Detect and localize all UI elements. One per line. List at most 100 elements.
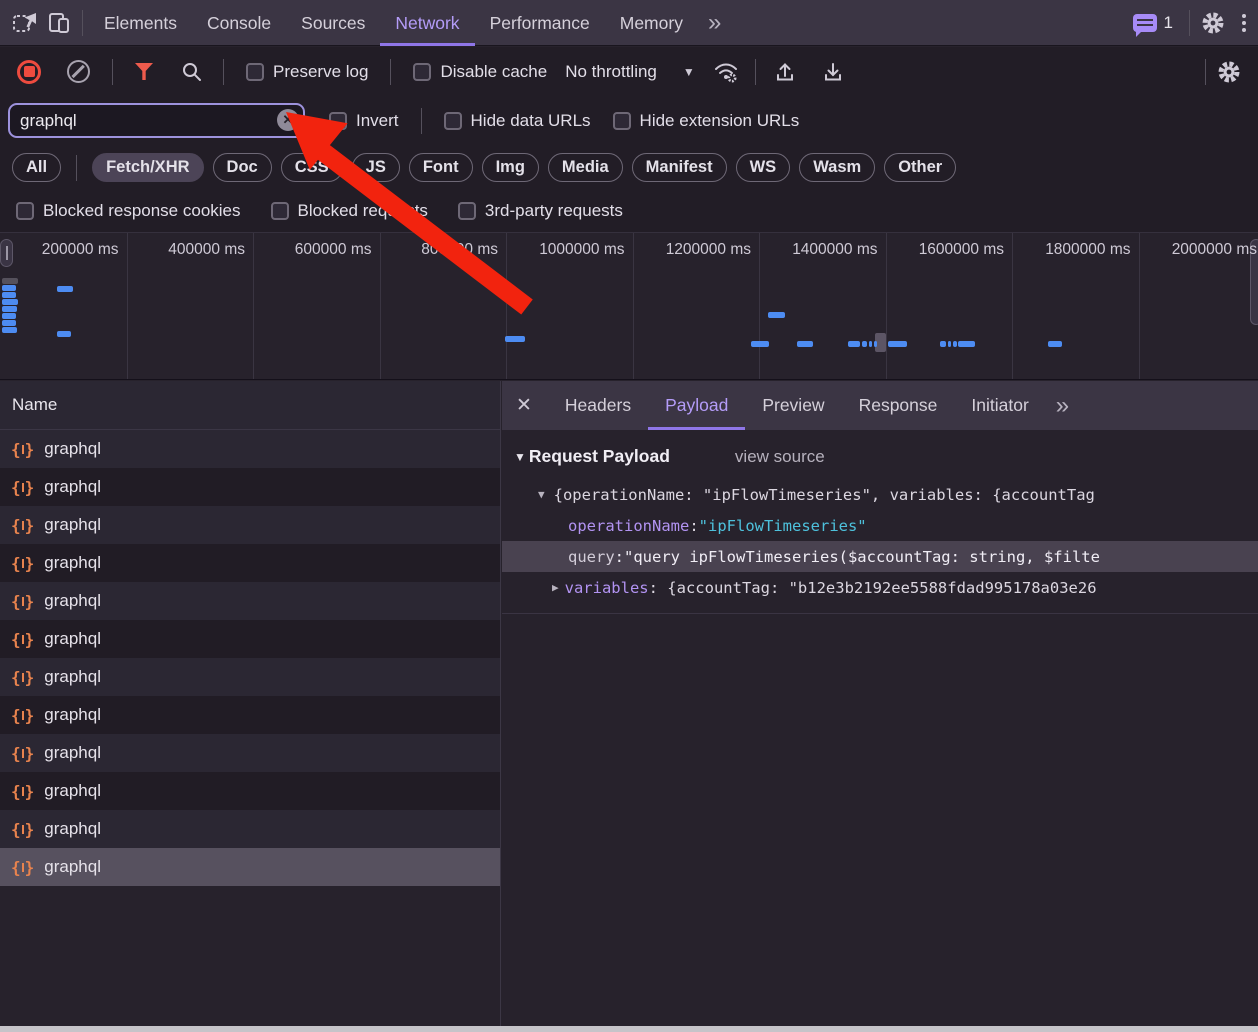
device-toolbar-icon[interactable] — [42, 6, 76, 40]
close-detail-icon[interactable]: ✕ — [502, 394, 548, 417]
tab-sources[interactable]: Sources — [286, 0, 380, 46]
filter-funnel-icon[interactable] — [127, 55, 161, 89]
timeline-gridline — [380, 233, 381, 379]
disable-cache-checkbox[interactable]: Disable cache — [413, 62, 547, 82]
request-name: graphql — [44, 743, 101, 763]
waterfall-bar — [751, 341, 769, 347]
expanded-triangle-icon[interactable]: ▼ — [538, 488, 545, 501]
network-overview-timeline[interactable]: 200000 ms400000 ms600000 ms800000 ms1000… — [0, 232, 1258, 380]
clear-network-log-icon[interactable] — [67, 60, 90, 83]
chip-css[interactable]: CSS — [281, 153, 343, 182]
request-row[interactable]: {}graphql — [0, 620, 500, 658]
search-icon[interactable] — [175, 55, 209, 89]
customize-menu-icon[interactable] — [1230, 14, 1258, 32]
request-row[interactable]: {}graphql — [0, 848, 500, 886]
checkbox-icon[interactable] — [458, 202, 476, 220]
detail-tab-headers[interactable]: Headers — [548, 381, 648, 430]
collapsed-triangle-icon[interactable]: ▶ — [552, 581, 559, 594]
record-network-log-icon[interactable] — [17, 60, 41, 84]
brace-close: } — [25, 668, 35, 687]
chip-other[interactable]: Other — [884, 153, 956, 182]
blocked-response-cookies-checkbox[interactable]: Blocked response cookies — [16, 201, 241, 221]
brace-close: } — [25, 744, 35, 763]
detail-tab-preview[interactable]: Preview — [745, 381, 841, 430]
chip-font[interactable]: Font — [409, 153, 473, 182]
filter-input[interactable] — [8, 103, 305, 138]
tab-memory[interactable]: Memory — [605, 0, 698, 46]
waterfall-bar — [1048, 341, 1062, 347]
divider — [421, 108, 422, 134]
request-row[interactable]: {}graphql — [0, 772, 500, 810]
chip-doc[interactable]: Doc — [213, 153, 272, 182]
brace-tick — [22, 825, 24, 834]
payload-query-line-selected[interactable]: query: "query ipFlowTimeseries($accountT… — [502, 541, 1258, 572]
export-har-icon[interactable] — [816, 55, 850, 89]
brace-tick — [22, 787, 24, 796]
request-row[interactable]: {} graphql — [0, 734, 500, 772]
chip-manifest[interactable]: Manifest — [632, 153, 727, 182]
inspect-element-icon[interactable] — [8, 6, 42, 40]
tab-performance[interactable]: Performance — [475, 0, 605, 46]
request-name: graphql — [44, 857, 101, 877]
detail-tab-response[interactable]: Response — [842, 381, 955, 430]
tab-elements[interactable]: Elements — [89, 0, 192, 46]
tab-console[interactable]: Console — [192, 0, 286, 46]
checkbox-icon[interactable] — [16, 202, 34, 220]
chip-img[interactable]: Img — [482, 153, 539, 182]
disable-cache-label: Disable cache — [440, 62, 547, 82]
chip-fetch-xhr[interactable]: Fetch/XHR — [92, 153, 203, 182]
payload-variables-line[interactable]: ▶ variables: {accountTag: "b12e3b2192ee5… — [502, 572, 1258, 603]
request-row[interactable]: {}graphql — [0, 696, 500, 734]
chip-all[interactable]: All — [12, 153, 61, 182]
timeline-gridline — [127, 233, 128, 379]
payload-operation-line[interactable]: operationName: "ipFlowTimeseries" — [502, 510, 1258, 541]
name-column-header[interactable]: Name — [0, 381, 500, 430]
hide-data-urls-checkbox[interactable]: Hide data URLs — [444, 111, 591, 131]
chip-ws[interactable]: WS — [736, 153, 791, 182]
brace-tick — [22, 635, 24, 644]
request-row[interactable]: {}graphql — [0, 468, 500, 506]
checkbox-icon[interactable] — [444, 112, 462, 130]
fetch-xhr-braces-icon: {} — [11, 820, 34, 839]
brace-open: { — [11, 744, 21, 763]
collapse-triangle-icon[interactable]: ▼ — [514, 450, 526, 464]
brace-tick — [22, 559, 24, 568]
request-row[interactable]: {}graphql — [0, 506, 500, 544]
request-row[interactable]: {}graphql — [0, 658, 500, 696]
blocked-requests-checkbox[interactable]: Blocked requests — [271, 201, 428, 221]
checkbox-icon[interactable] — [271, 202, 289, 220]
checkbox-icon[interactable] — [413, 63, 431, 81]
import-har-icon[interactable] — [768, 55, 802, 89]
checkbox-icon[interactable] — [329, 112, 347, 130]
chip-media[interactable]: Media — [548, 153, 623, 182]
checkbox-icon[interactable] — [246, 63, 264, 81]
request-row[interactable]: {}graphql — [0, 544, 500, 582]
tab-network[interactable]: Network — [380, 0, 474, 46]
brace-tick — [22, 673, 24, 682]
preserve-log-checkbox[interactable]: Preserve log — [246, 62, 368, 82]
invert-checkbox[interactable]: Invert — [329, 111, 399, 131]
more-tabs-icon[interactable]: » — [698, 1, 731, 45]
detail-more-tabs-icon[interactable]: » — [1046, 384, 1079, 428]
request-row[interactable]: {}graphql — [0, 810, 500, 848]
overview-left-handle[interactable] — [0, 239, 13, 267]
payload-root-line[interactable]: ▼ {operationName: "ipFlowTimeseries", va… — [502, 479, 1258, 510]
chip-wasm[interactable]: Wasm — [799, 153, 875, 182]
detail-tab-payload[interactable]: Payload — [648, 381, 745, 430]
clear-filter-icon[interactable]: ✕ — [277, 109, 299, 131]
issues-count: 1 — [1164, 13, 1173, 33]
checkbox-icon[interactable] — [613, 112, 631, 130]
request-row[interactable]: {}graphql — [0, 582, 500, 620]
detail-tab-initiator[interactable]: Initiator — [954, 381, 1045, 430]
chip-js[interactable]: JS — [352, 153, 400, 182]
settings-gear-icon[interactable] — [1196, 6, 1230, 40]
hide-extension-urls-checkbox[interactable]: Hide extension URLs — [613, 111, 800, 131]
network-conditions-icon[interactable] — [709, 55, 743, 89]
network-settings-gear-icon[interactable] — [1212, 55, 1246, 89]
view-source-link[interactable]: view source — [735, 447, 825, 467]
issues-message-icon[interactable] — [1133, 14, 1157, 32]
throttling-dropdown[interactable]: No throttling ▼ — [565, 62, 695, 82]
request-row[interactable]: {}graphql — [0, 430, 500, 468]
payload-key: query — [568, 548, 615, 566]
3rd-party-requests-checkbox[interactable]: 3rd-party requests — [458, 201, 623, 221]
